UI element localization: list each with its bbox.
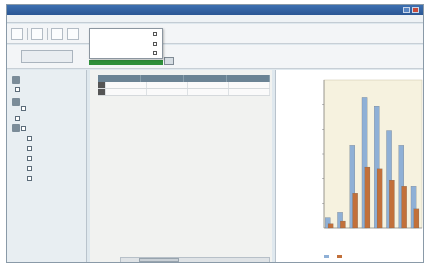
close-button[interactable]	[412, 7, 419, 13]
bar-chart	[322, 79, 423, 229]
table-cell[interactable]	[229, 82, 270, 88]
toolbar	[7, 24, 423, 44]
sidebar-tree	[7, 70, 87, 262]
checkbox-icon[interactable]	[153, 42, 157, 46]
folder-icon	[12, 124, 20, 132]
table-row[interactable]	[98, 89, 270, 96]
data-grid	[98, 75, 270, 96]
scrollbar-thumb[interactable]	[139, 258, 179, 262]
bar	[364, 166, 371, 229]
forward-icon[interactable]	[31, 28, 43, 40]
selected-view-highlight	[89, 60, 163, 65]
chart-pane	[275, 70, 423, 262]
checkbox-icon[interactable]	[27, 136, 32, 141]
address-input[interactable]	[21, 50, 73, 63]
title-bar	[7, 5, 423, 15]
menu-bar	[7, 15, 423, 23]
bar	[376, 168, 383, 229]
refresh-icon[interactable]	[51, 28, 63, 40]
grid-view-icon[interactable]	[164, 57, 174, 65]
table-cell[interactable]	[106, 82, 147, 88]
column-header[interactable]	[98, 75, 141, 82]
legend-entry	[337, 253, 344, 258]
bar	[327, 223, 334, 229]
checkbox-icon[interactable]	[27, 156, 32, 161]
table-cell[interactable]	[188, 82, 229, 88]
chart-legend	[324, 253, 344, 258]
toolbar-separator	[27, 28, 28, 40]
table-cell[interactable]	[147, 89, 188, 95]
view-dropdown-menu	[89, 28, 163, 59]
toolbar-separator	[47, 28, 48, 40]
expand-icon[interactable]	[15, 87, 20, 92]
bar	[340, 220, 346, 229]
minimize-button[interactable]	[403, 7, 410, 13]
folder-icon	[12, 98, 20, 106]
legend-entry	[324, 253, 331, 258]
column-header[interactable]	[141, 75, 184, 82]
expand-icon[interactable]	[21, 106, 26, 111]
plot-area	[323, 79, 423, 229]
column-header[interactable]	[227, 75, 270, 82]
checkbox-icon[interactable]	[27, 146, 32, 151]
table-cell[interactable]	[188, 89, 229, 95]
checkbox-icon[interactable]	[27, 166, 32, 171]
row-header	[98, 89, 106, 95]
table-cell[interactable]	[229, 89, 270, 95]
data-grid-pane	[90, 70, 272, 262]
checkbox-icon[interactable]	[153, 32, 157, 36]
bar	[401, 186, 407, 229]
back-icon[interactable]	[11, 28, 23, 40]
table-cell[interactable]	[147, 82, 188, 88]
expand-icon[interactable]	[21, 126, 26, 131]
address-toolbar	[7, 45, 423, 69]
checkbox-icon[interactable]	[153, 51, 157, 55]
expand-icon[interactable]	[15, 116, 20, 121]
bar	[352, 193, 358, 229]
horizontal-scrollbar[interactable]	[120, 257, 270, 262]
column-header[interactable]	[184, 75, 227, 82]
checkbox-icon[interactable]	[27, 176, 32, 181]
application-window	[6, 4, 424, 263]
table-row[interactable]	[98, 82, 270, 89]
home-icon[interactable]	[67, 28, 79, 40]
database-icon	[12, 76, 20, 84]
bar	[389, 180, 395, 229]
table-cell[interactable]	[106, 89, 147, 95]
bar	[413, 208, 420, 229]
row-header	[98, 82, 106, 88]
grid-header	[98, 75, 270, 82]
